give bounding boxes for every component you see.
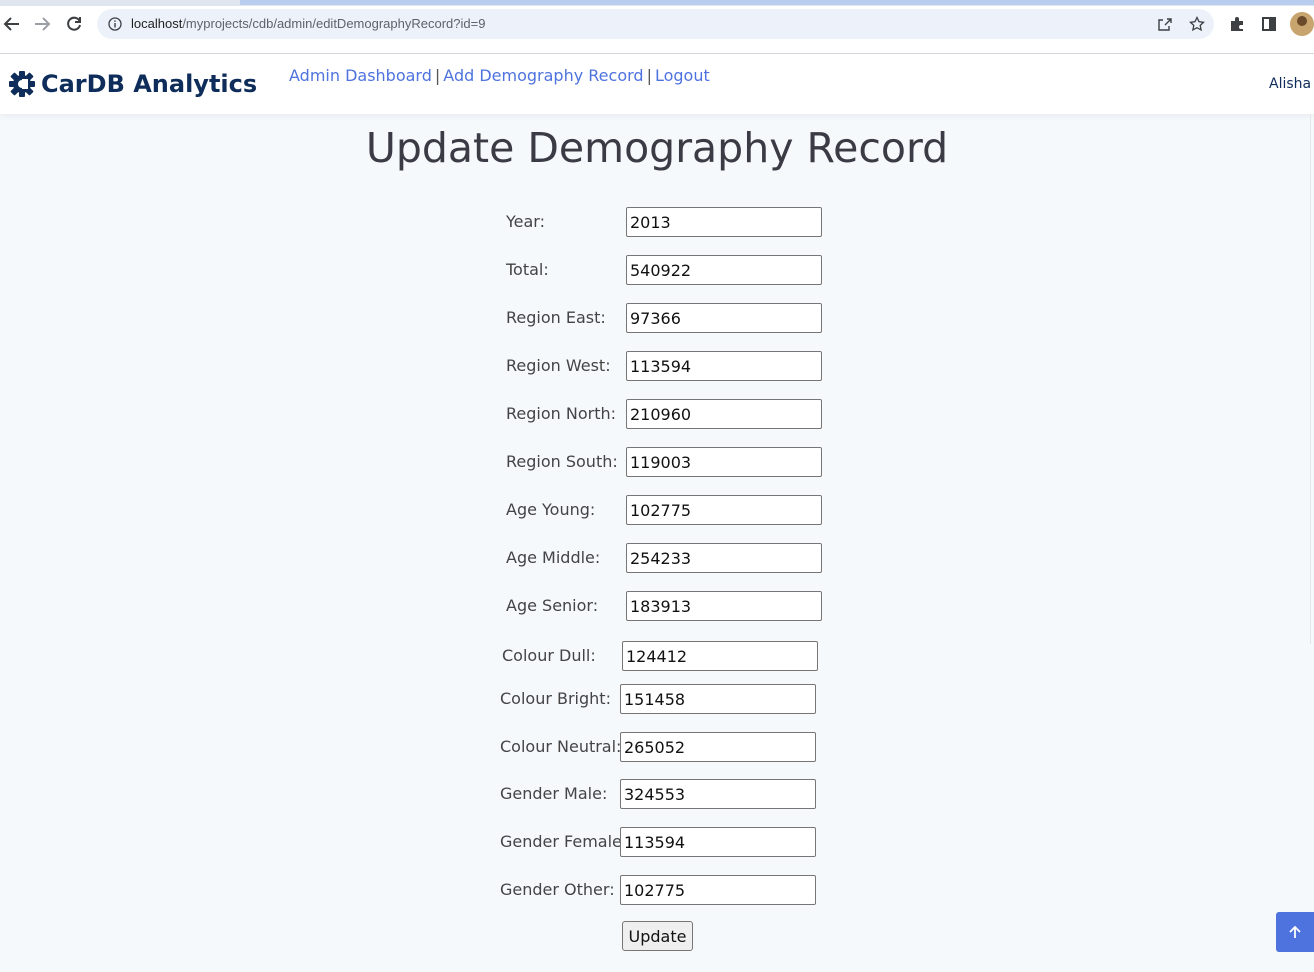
address-bar[interactable]: localhost/myprojects/cdb/admin/editDemog… bbox=[97, 9, 1214, 39]
gender-female-label: Gender Female: bbox=[500, 832, 628, 851]
reload-icon[interactable] bbox=[62, 12, 86, 36]
url-text: localhost/myprojects/cdb/admin/editDemog… bbox=[131, 16, 486, 31]
age-middle-label: Age Middle: bbox=[506, 548, 601, 567]
divider bbox=[1310, 114, 1311, 644]
colour-dull-input[interactable] bbox=[622, 641, 818, 671]
region-east-input[interactable] bbox=[626, 303, 822, 333]
colour-neutral-label: Colour Neutral: bbox=[500, 737, 622, 756]
gender-male-label: Gender Male: bbox=[500, 784, 608, 803]
nav-link-logout[interactable]: Logout bbox=[655, 66, 710, 85]
gender-male-input[interactable] bbox=[620, 779, 816, 809]
brand[interactable]: CarDB Analytics bbox=[8, 66, 257, 102]
gender-female-input[interactable] bbox=[620, 827, 816, 857]
nav-separator: | bbox=[434, 66, 441, 85]
colour-dull-label: Colour Dull: bbox=[502, 646, 596, 665]
tab-strip bbox=[0, 0, 1314, 6]
nav-separator: | bbox=[646, 66, 652, 85]
colour-neutral-input[interactable] bbox=[620, 732, 816, 762]
profile-avatar[interactable] bbox=[1290, 12, 1314, 36]
region-west-label: Region West: bbox=[506, 356, 611, 375]
region-north-input[interactable] bbox=[626, 399, 822, 429]
year-input[interactable] bbox=[626, 207, 822, 237]
nav-link-admin-dashboard[interactable]: Admin Dashboard bbox=[289, 66, 432, 85]
browser-chrome: localhost/myprojects/cdb/admin/editDemog… bbox=[0, 0, 1314, 54]
arrow-up-icon bbox=[1289, 925, 1301, 938]
update-button[interactable]: Update bbox=[622, 921, 693, 951]
top-nav: Admin Dashboard | Add Demography Record | Lo… bbox=[289, 66, 710, 85]
age-young-input[interactable] bbox=[626, 495, 822, 525]
brand-name: CarDB Analytics bbox=[41, 70, 258, 98]
gender-other-input[interactable] bbox=[620, 875, 816, 905]
forward-arrow-icon[interactable] bbox=[30, 12, 54, 36]
site-header: CarDB Analytics Admin Dashboard | Add Demo… bbox=[0, 54, 1314, 114]
bookmark-star-icon[interactable] bbox=[1188, 15, 1206, 33]
age-senior-input[interactable] bbox=[626, 591, 822, 621]
region-west-input[interactable] bbox=[626, 351, 822, 381]
page-title: Update Demography Record bbox=[365, 124, 949, 172]
gender-other-label: Gender Other: bbox=[500, 880, 615, 899]
extensions-puzzle-icon[interactable] bbox=[1227, 14, 1247, 34]
side-panel-icon[interactable] bbox=[1259, 14, 1279, 34]
total-label: Total: bbox=[506, 260, 549, 279]
region-east-label: Region East: bbox=[506, 308, 606, 327]
gear-logo-icon bbox=[9, 71, 35, 97]
age-young-label: Age Young: bbox=[506, 500, 596, 519]
colour-bright-label: Colour Bright: bbox=[500, 689, 611, 708]
year-label: Year: bbox=[506, 212, 545, 231]
age-senior-label: Age Senior: bbox=[506, 596, 599, 615]
info-icon[interactable] bbox=[106, 15, 124, 33]
user-name[interactable]: Alisha bbox=[1269, 76, 1311, 92]
back-arrow-icon[interactable] bbox=[0, 12, 24, 36]
scroll-to-top-button[interactable] bbox=[1276, 912, 1314, 952]
total-input[interactable] bbox=[626, 255, 822, 285]
region-north-label: Region North: bbox=[506, 404, 616, 423]
colour-bright-input[interactable] bbox=[620, 684, 816, 714]
region-south-label: Region South: bbox=[506, 452, 618, 471]
age-middle-input[interactable] bbox=[626, 543, 822, 573]
nav-link-add-demography-record[interactable]: Add Demography Record bbox=[443, 66, 643, 85]
region-south-input[interactable] bbox=[626, 447, 822, 477]
share-icon[interactable] bbox=[1156, 15, 1174, 33]
